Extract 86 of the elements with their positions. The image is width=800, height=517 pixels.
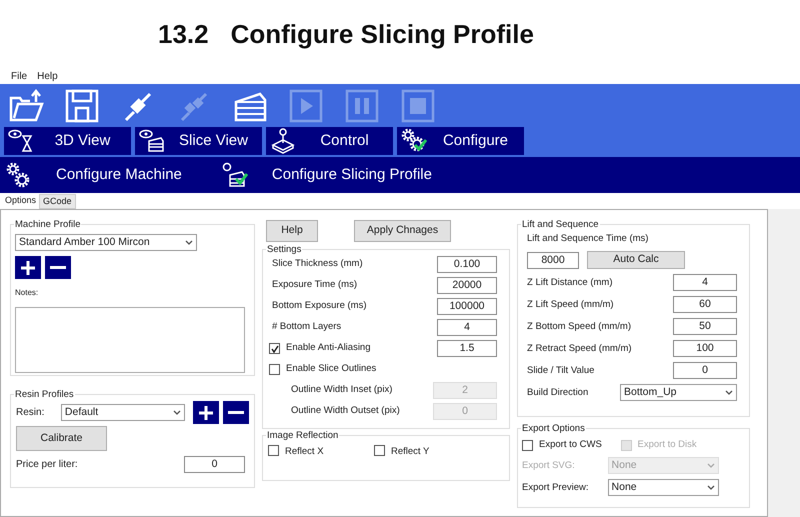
menu-item[interactable]: Help — [34, 68, 61, 84]
setting-label: Slide / Tilt Value — [527, 364, 596, 378]
remove-button[interactable] — [223, 401, 249, 424]
open-folder-icon — [8, 88, 44, 124]
nav-tab[interactable]: 3D View — [4, 127, 131, 155]
input-field[interactable]: 60 — [673, 296, 737, 314]
caret-icon — [707, 485, 715, 490]
checkbox-label: Export to Disk — [638, 438, 697, 452]
button[interactable]: Calibrate — [16, 426, 107, 451]
checkbox[interactable] — [374, 445, 385, 456]
setting-label: Exposure Time (ms) — [272, 278, 358, 292]
input-field[interactable]: 0 — [184, 456, 245, 473]
setting-label: Z Lift Distance (mm) — [527, 276, 614, 290]
checkbox[interactable] — [522, 440, 533, 451]
checkbox-label: Enable Slice Outlines — [286, 362, 378, 376]
gears-check-icon — [401, 128, 427, 154]
joystick-icon — [270, 128, 296, 154]
input-field[interactable]: 4 — [437, 319, 497, 336]
play-icon — [288, 88, 324, 124]
setting-label: Z Retract Speed (mm/m) — [527, 342, 633, 356]
setting-label: # Bottom Layers — [272, 320, 342, 334]
field-label: Export Preview: — [522, 480, 590, 495]
checkbox[interactable] — [269, 364, 280, 375]
setting-label: Bottom Exposure (ms) — [272, 299, 368, 314]
minus-icon — [50, 266, 66, 269]
setting-label: Z Bottom Speed (mm/m) — [527, 320, 632, 334]
input-field[interactable]: 50 — [673, 318, 737, 336]
remove-button[interactable] — [45, 256, 71, 279]
minus-icon — [228, 411, 244, 414]
sub-nav-item[interactable]: Configure Machine — [6, 162, 182, 188]
input-field[interactable]: 20000 — [437, 277, 497, 294]
button[interactable]: Help — [266, 220, 318, 242]
input-field[interactable]: 8000 — [527, 252, 579, 269]
input-field[interactable]: 100 — [673, 340, 737, 358]
nav-tab[interactable]: Control — [266, 127, 393, 155]
plus-icon — [20, 260, 36, 276]
button[interactable]: Apply Chnages — [354, 220, 451, 242]
setting-label: Build Direction — [527, 386, 590, 400]
resin-label: Resin: — [16, 406, 46, 420]
dropdown[interactable]: Default — [60, 404, 185, 421]
checkbox-label: Reflect X — [285, 445, 324, 459]
check-icon — [270, 344, 278, 352]
price-label: Price per liter: — [16, 458, 78, 472]
input-field[interactable]: 4 — [673, 274, 737, 292]
checkbox[interactable] — [268, 445, 279, 456]
input-field[interactable]: 0.100 — [437, 256, 497, 273]
cake-check-icon — [222, 162, 248, 188]
checkbox-label: Export to CWS — [539, 438, 602, 452]
nav-tab[interactable]: Slice View — [135, 127, 262, 155]
setting-label: Slice Thickness (mm) — [272, 257, 364, 272]
caret-icon — [707, 463, 715, 468]
checkbox-label: Reflect Y — [391, 445, 430, 459]
setting-label: Lift and Sequence Time (ms) — [527, 232, 650, 246]
stop-icon — [400, 88, 436, 124]
add-button[interactable] — [15, 256, 41, 279]
eye-cake-icon — [139, 128, 165, 154]
add-button[interactable] — [193, 401, 219, 424]
nav-tab[interactable]: Configure — [397, 127, 524, 155]
checkbox-label: Enable Anti-Aliasing — [286, 341, 372, 356]
plus-icon — [198, 404, 214, 420]
setting-label: Outline Width Inset (pix) — [290, 383, 394, 398]
dropdown[interactable]: Bottom_Up — [620, 384, 737, 402]
page-tab[interactable]: GCode — [39, 194, 76, 209]
caret-icon — [185, 240, 193, 245]
caret-icon — [725, 390, 733, 396]
notes-field[interactable] — [15, 307, 245, 373]
eye-hourglass-icon — [8, 128, 34, 154]
input-field[interactable]: 1.5 — [437, 340, 497, 357]
menu-item[interactable]: File — [8, 68, 30, 84]
dropdown[interactable]: None — [608, 479, 719, 496]
gears-icon — [6, 162, 32, 188]
section-number: 13.2 — [158, 18, 209, 50]
setting-label: Outline Width Outset (pix) — [290, 404, 401, 418]
notes-label: Notes: — [15, 287, 40, 299]
dropdown[interactable]: Standard Amber 100 Mircon — [15, 234, 197, 251]
setting-label: Z Lift Speed (mm/m) — [527, 298, 615, 312]
button[interactable]: Auto Calc — [587, 251, 685, 270]
input-field[interactable]: 0 — [673, 362, 737, 380]
toolbar-button[interactable] — [8, 88, 44, 124]
pause-icon — [344, 88, 380, 124]
sub-nav-item[interactable]: Configure Slicing Profile — [222, 162, 432, 188]
checkbox[interactable] — [269, 343, 280, 354]
input-field[interactable]: 100000 — [437, 298, 497, 315]
caret-icon — [173, 410, 181, 415]
section-title: Configure Slicing Profile — [230, 18, 534, 50]
field-label: Export SVG: — [522, 458, 576, 473]
